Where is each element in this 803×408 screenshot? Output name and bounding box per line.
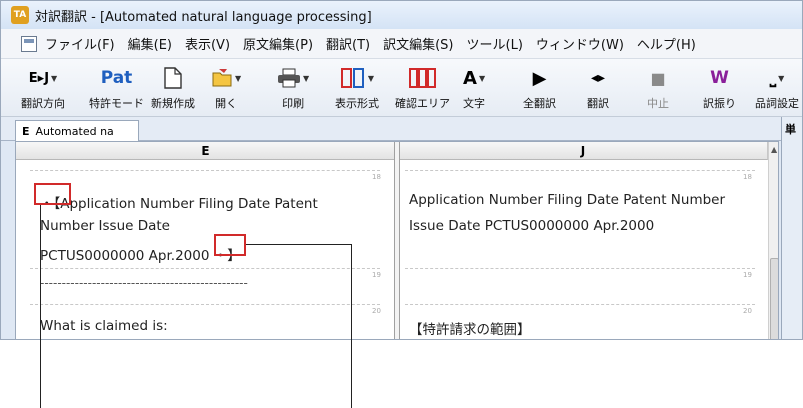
end-marker-callout [351,244,352,408]
menu-tools[interactable]: ツール(L) [467,34,523,53]
segment-separator [405,170,755,171]
start-marker-highlight [34,183,71,205]
patent-icon: Pat [100,68,133,88]
printer-icon: ▼ [277,63,309,93]
bilingual-editor: E J 18 ・【Application Number Filing Date … [15,141,779,339]
segment-separator [30,170,380,171]
vertical-scrollbar[interactable]: ▲ [768,142,778,339]
translate-label: 翻訳 [587,97,609,110]
new-document-button[interactable]: 新規作成 [151,63,195,115]
source-line: What is claimed is: [40,318,168,334]
play-icon: ▶ [532,67,547,89]
target-line: Issue Date PCTUS0000000 Apr.2000 [409,218,655,234]
font-button[interactable]: A ▼ 文字 [463,63,485,115]
columns-layout-icon: ▼ [340,63,374,93]
menu-help[interactable]: ヘルプ(H) [637,34,696,53]
segment-separator [30,268,380,269]
column-splitter[interactable] [394,142,400,339]
target-line: 【特許請求の範囲】 [409,322,531,338]
document-tab-letter: E [22,125,30,138]
font-label: 文字 [463,97,486,110]
translate-all-label: 全翻訳 [523,97,556,110]
target-line: Application Number Filing Date Patent Nu… [409,192,726,208]
translation-direction-icon: E▸J ▼ [28,70,58,86]
segment-number: 18 [743,173,752,181]
title-bar: TA 対訳翻訳 - [Automated natural language pr… [1,1,802,29]
translate-button[interactable]: ◂▸ 翻訳 [587,63,609,115]
part-of-speech-icon: ⎵ ▼ [769,68,785,87]
stop-icon: ■ [650,68,666,88]
translate-all-button[interactable]: ▶ 全翻訳 [523,63,556,115]
source-text-pane[interactable]: 18 ・【Application Number Filing Date Pate… [16,160,394,339]
new-document-icon [164,63,182,93]
scroll-up-arrow-icon[interactable]: ▲ [771,145,777,154]
menu-target-edit[interactable]: 訳文編集(S) [383,34,453,53]
side-pane-tab[interactable]: 単 [785,121,796,137]
menu-source-edit[interactable]: 原文編集(P) [243,34,313,53]
document-tab-bar: E Automated na [1,117,802,142]
source-line: ----------------------------------------… [40,276,248,290]
menu-edit[interactable]: 編集(E) [128,34,172,53]
window-title: 対訳翻訳 - [Automated natural language proce… [35,9,372,25]
segment-separator [30,304,380,305]
app-logo-icon: TA [11,6,29,24]
toolbar: E▸J ▼ 翻訳方向 Pat 特許モード 新規作成 ▼ 開く ▼ 印刷 ▼ 表示… [1,59,802,117]
start-marker-callout [40,205,41,408]
segment-separator [405,268,755,269]
part-of-speech-label: 品詞設定 [755,97,799,110]
font-icon: A ▼ [463,67,486,89]
menu-window[interactable]: ウィンドウ(W) [536,34,624,53]
new-document-label: 新規作成 [151,97,195,110]
patent-mode-button[interactable]: Pat 特許モード [89,63,144,115]
open-button[interactable]: ▼ 開く [211,63,241,115]
scrollbar-thumb[interactable] [770,258,778,339]
word-side-pane[interactable]: 単 [781,117,802,339]
display-format-label: 表示形式 [335,97,379,110]
menu-view[interactable]: 表示(V) [185,34,230,53]
ruby-translation-button[interactable]: W 訳振り [703,63,736,115]
menu-bar: ファイル(F) 編集(E) 表示(V) 原文編集(P) 翻訳(T) 訳文編集(S… [1,29,802,59]
check-area-button[interactable]: 確認エリア [395,63,450,115]
check-area-label: 確認エリア [395,97,450,110]
translation-direction-label: 翻訳方向 [21,97,65,110]
menu-translate[interactable]: 翻訳(T) [326,34,370,53]
end-marker-callout-arm [246,244,352,245]
segment-number: 18 [372,173,381,181]
translation-direction-button[interactable]: E▸J ▼ 翻訳方向 [21,63,65,115]
segment-number: 20 [372,307,381,315]
source-line: PCTUS0000000 Apr.2000 ・】 [40,248,241,264]
segment-number: 19 [743,271,752,279]
segment-number: 19 [372,271,381,279]
app-window: TA 対訳翻訳 - [Automated natural language pr… [0,0,803,340]
stop-button[interactable]: ■ 中止 [647,63,669,115]
target-text-pane[interactable]: 18 Application Number Filing Date Patent… [401,160,766,339]
print-button[interactable]: ▼ 印刷 [277,63,309,115]
segment-number: 21 [743,338,752,339]
source-column-header[interactable]: E [16,142,396,160]
document-tab-title: Automated na [35,125,114,138]
document-tab[interactable]: E Automated na [15,120,139,142]
segment-separator [405,304,755,305]
source-line: Number Issue Date [40,218,170,234]
open-label: 開く [215,97,238,110]
translate-arrows-icon: ◂▸ [590,70,606,86]
segment-number: 21 [372,338,381,339]
patent-mode-label: 特許モード [89,97,144,110]
print-label: 印刷 [282,97,305,110]
menu-file[interactable]: ファイル(F) [45,34,115,53]
open-folder-icon: ▼ [211,63,241,93]
segment-number: 20 [743,307,752,315]
stop-label: 中止 [647,97,669,110]
check-area-icon [408,63,437,93]
part-of-speech-button[interactable]: ⎵ ▼ 品詞設定 [755,63,799,115]
ruby-translation-label: 訳振り [703,97,736,110]
end-marker-highlight [214,234,246,256]
document-menu-icon[interactable] [21,35,37,52]
target-column-header[interactable]: J [399,142,768,160]
source-line: ・【Application Number Filing Date Patent [40,196,318,212]
ruby-icon: W [710,68,729,88]
display-format-button[interactable]: ▼ 表示形式 [335,63,379,115]
